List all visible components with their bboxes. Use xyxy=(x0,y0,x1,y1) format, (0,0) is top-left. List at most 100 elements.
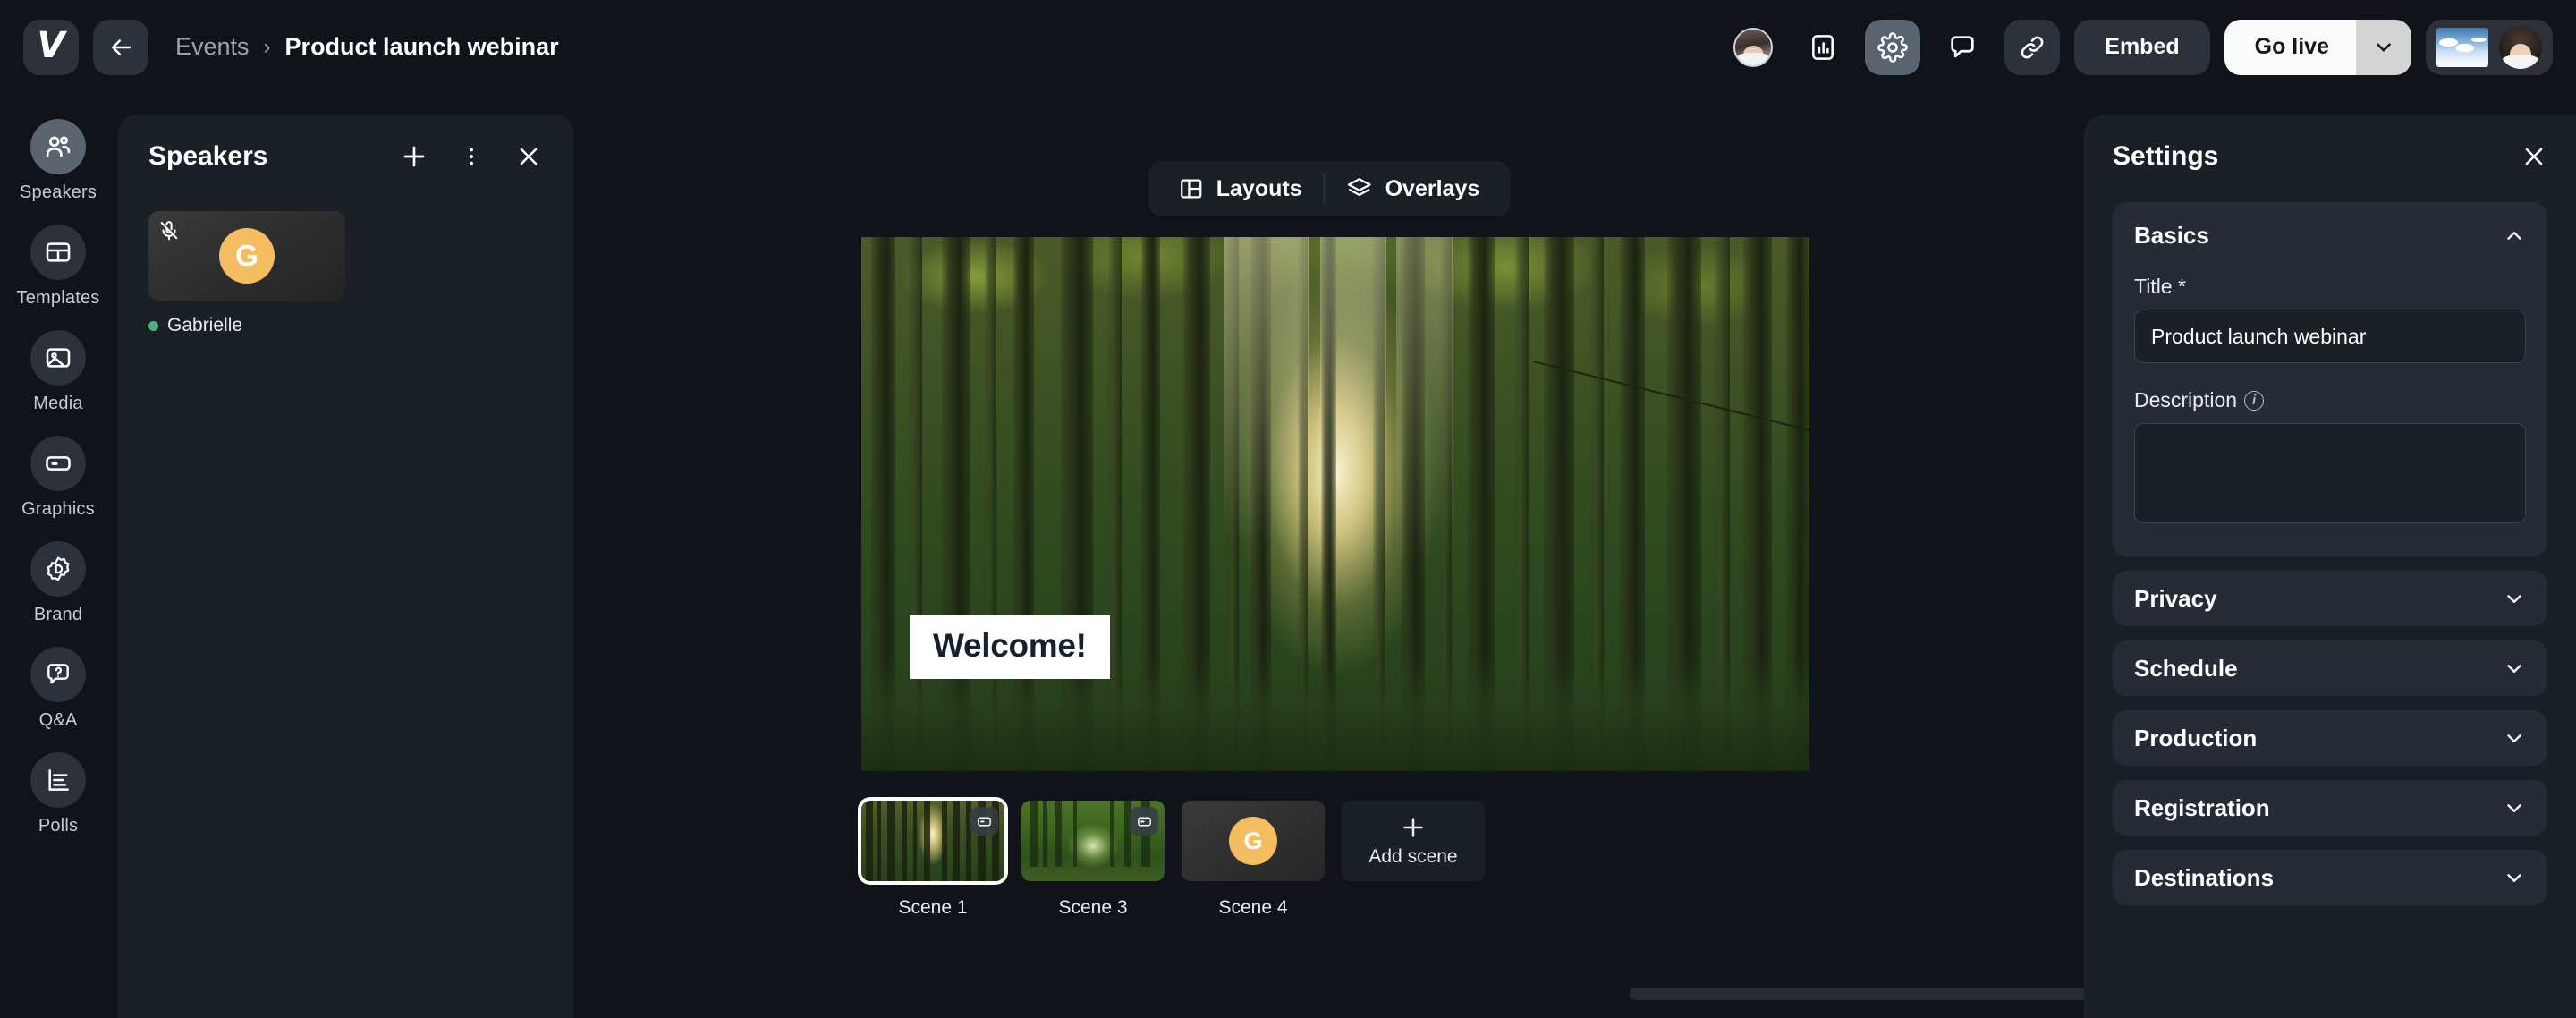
scene-label-4: Scene 4 xyxy=(1218,897,1288,918)
chevron-down-icon-wrap[interactable] xyxy=(2503,796,2526,819)
graphics-icon-wrap xyxy=(30,436,86,491)
settings-section-production[interactable]: Production xyxy=(2113,710,2547,766)
chevron-down-icon xyxy=(2507,804,2521,812)
welcome-overlay[interactable]: Welcome! xyxy=(910,615,1110,679)
analytics-icon xyxy=(1812,34,1835,60)
left-rail: Speakers Templates Media Graphics Brand … xyxy=(0,94,116,1018)
close-settings-panel-button[interactable] xyxy=(2521,143,2547,170)
speakers-panel-title: Speakers xyxy=(148,141,268,171)
preview-and-account-group[interactable] xyxy=(2426,19,2553,75)
top-bar-right: Embed Go live xyxy=(1725,19,2576,75)
participant-avatar-icon xyxy=(1733,27,1774,67)
forest-background-image xyxy=(861,237,1809,771)
chevron-down-icon xyxy=(2507,874,2521,882)
link-button[interactable] xyxy=(2004,19,2061,75)
go-live-split-button[interactable]: Go live xyxy=(2224,19,2411,75)
settings-section-basics-title: Basics xyxy=(2134,222,2209,249)
scene-item-3[interactable]: G Scene 4 xyxy=(1182,801,1325,919)
sidebar-label-brand: Brand xyxy=(33,605,83,624)
info-icon[interactable]: i xyxy=(2244,390,2265,411)
settings-button[interactable] xyxy=(1865,19,1921,75)
embed-button[interactable]: Embed xyxy=(2074,19,2210,75)
stream-preview-thumbnail[interactable] xyxy=(2436,27,2488,67)
chevron-down-icon-wrap[interactable] xyxy=(2503,866,2526,889)
sidebar-item-templates[interactable]: Templates xyxy=(9,225,107,309)
chevron-down-icon xyxy=(2507,665,2521,673)
close-icon xyxy=(520,148,538,165)
add-scene-button[interactable]: Add scene xyxy=(1342,801,1485,881)
scene-thumbnail-3[interactable] xyxy=(1021,801,1165,881)
breadcrumb-events-link[interactable]: Events xyxy=(175,33,250,61)
layout-icon xyxy=(46,242,71,262)
scene-badge-graphics-1[interactable] xyxy=(970,807,998,836)
description-input[interactable] xyxy=(2134,423,2526,523)
settings-section-basics: Basics Title * Description i xyxy=(2113,202,2547,556)
sidebar-item-speakers[interactable]: Speakers xyxy=(9,119,107,203)
go-live-dropdown-button[interactable] xyxy=(2356,19,2411,75)
chevron-up-icon-wrap[interactable] xyxy=(2503,225,2526,248)
sidebar-item-media[interactable]: Media xyxy=(9,330,107,414)
plus-icon xyxy=(403,146,425,167)
scene-preview[interactable]: Welcome! xyxy=(861,237,1809,771)
chevron-down-icon-wrap[interactable] xyxy=(2503,587,2526,610)
sidebar-item-qa[interactable]: Q&A xyxy=(9,647,107,731)
speaker-name-row: Gabrielle xyxy=(148,315,345,336)
tab-overlays[interactable]: Overlays xyxy=(1325,168,1502,209)
tab-layouts-label: Layouts xyxy=(1216,175,1302,201)
scene-thumbnail-4[interactable]: G xyxy=(1182,801,1325,881)
brand-icon-wrap xyxy=(30,541,86,597)
scene-item-2[interactable]: Scene 3 xyxy=(1021,801,1165,919)
speakers-more-options-button[interactable] xyxy=(456,141,487,172)
top-bar: V Events › Product launch webinar Embed … xyxy=(0,0,2576,94)
account-avatar[interactable] xyxy=(2499,25,2542,69)
settings-section-registration[interactable]: Registration xyxy=(2113,780,2547,836)
add-speaker-button[interactable] xyxy=(399,141,429,172)
back-arrow-icon xyxy=(112,38,131,55)
title-input[interactable] xyxy=(2134,310,2526,363)
polls-icon-wrap xyxy=(30,752,86,808)
speakers-panel-actions xyxy=(399,141,544,172)
settings-section-privacy[interactable]: Privacy xyxy=(2113,571,2547,626)
chevron-down-icon-wrap[interactable] xyxy=(2503,726,2526,750)
welcome-overlay-text: Welcome! xyxy=(933,627,1087,664)
settings-section-destinations[interactable]: Destinations xyxy=(2113,850,2547,905)
overlays-layers-icon xyxy=(1347,178,1371,196)
close-speakers-panel-button[interactable] xyxy=(513,141,544,172)
scene-thumbnail-1[interactable] xyxy=(861,801,1004,881)
brand-icon xyxy=(47,556,70,581)
settings-section-destinations-label: Destinations xyxy=(2134,863,2275,891)
scene-label-1: Scene 1 xyxy=(898,897,968,918)
go-live-button[interactable]: Go live xyxy=(2224,19,2356,75)
scene-item-1[interactable]: Scene 1 xyxy=(861,801,1004,919)
mic-off-icon xyxy=(160,221,178,241)
sidebar-label-qa: Q&A xyxy=(38,710,78,730)
tab-layouts[interactable]: Layouts xyxy=(1157,168,1324,209)
chevron-down-icon xyxy=(2377,42,2391,52)
vimeo-logo-icon: V xyxy=(37,24,65,66)
participants-button[interactable] xyxy=(1725,20,1781,75)
add-scene-item[interactable]: Add scene xyxy=(1342,801,1485,881)
question-icon xyxy=(47,664,69,684)
center-stage: Layouts Overlays Welcome! Scene 1 Scene … xyxy=(574,94,2377,1018)
chevron-down-icon-wrap[interactable] xyxy=(2503,657,2526,680)
scene-badge-graphics-3[interactable] xyxy=(1130,807,1158,836)
online-status-indicator xyxy=(148,320,158,331)
image-icon xyxy=(46,348,71,368)
vimeo-logo-button[interactable]: V xyxy=(23,19,79,75)
back-button[interactable] xyxy=(93,19,148,75)
sidebar-item-graphics[interactable]: Graphics xyxy=(9,436,107,520)
settings-section-privacy-label: Privacy xyxy=(2134,584,2217,612)
title-field-label-text: Title * xyxy=(2134,275,2186,298)
sidebar-label-speakers: Speakers xyxy=(19,182,97,202)
speaker-card-gabrielle[interactable]: G xyxy=(148,211,345,301)
settings-section-schedule[interactable]: Schedule xyxy=(2113,640,2547,696)
layout-icon-wrap xyxy=(30,225,86,280)
chat-button[interactable] xyxy=(1935,20,1990,75)
settings-section-basics-header[interactable]: Basics xyxy=(2134,222,2526,250)
sidebar-label-media: Media xyxy=(33,394,83,413)
image-icon-wrap xyxy=(30,330,86,386)
sidebar-item-brand[interactable]: Brand xyxy=(9,541,107,625)
add-scene-label: Add scene xyxy=(1368,846,1458,867)
analytics-button[interactable] xyxy=(1795,20,1851,75)
sidebar-item-polls[interactable]: Polls xyxy=(9,752,107,836)
